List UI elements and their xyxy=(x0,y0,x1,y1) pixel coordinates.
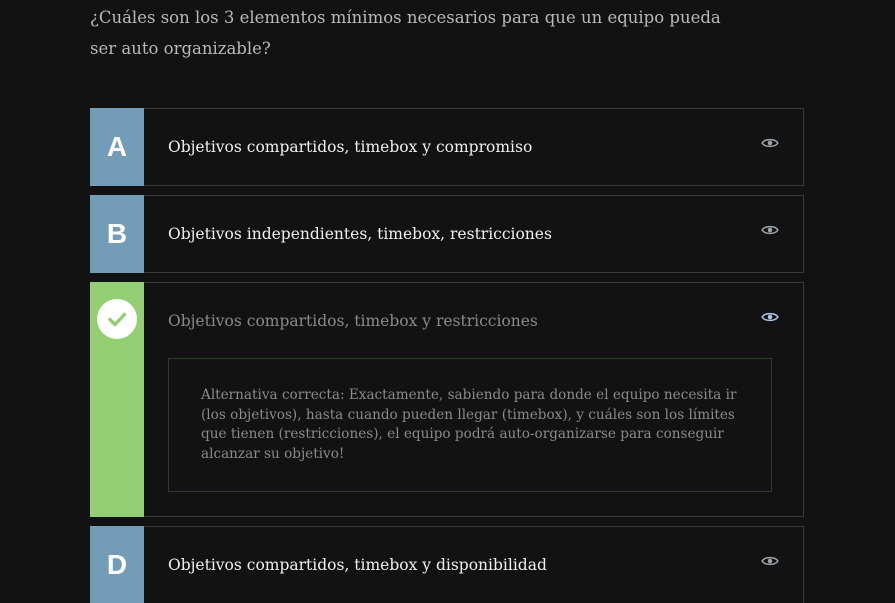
eye-icon[interactable] xyxy=(761,555,779,567)
option-d[interactable]: D Objetivos compartidos, timebox y dispo… xyxy=(90,526,804,603)
option-b-text: Objetivos independientes, timebox, restr… xyxy=(168,225,552,243)
option-letter-a: A xyxy=(90,108,144,186)
eye-icon[interactable] xyxy=(761,137,779,149)
eye-icon[interactable] xyxy=(761,224,779,236)
option-b[interactable]: B Objetivos independientes, timebox, res… xyxy=(90,195,804,273)
option-a[interactable]: A Objetivos compartidos, timebox y compr… xyxy=(90,108,804,186)
question-text: ¿Cuáles son los 3 elementos mínimos nece… xyxy=(90,8,721,58)
option-letter-d: D xyxy=(90,526,144,603)
option-d-text: Objetivos compartidos, timebox y disponi… xyxy=(168,556,547,574)
answer-explanation: Alternativa correcta: Exactamente, sabie… xyxy=(168,358,772,492)
option-letter-b: B xyxy=(90,195,144,273)
option-c-text: Objetivos compartidos, timebox y restric… xyxy=(168,312,538,330)
option-correct-marker xyxy=(90,282,144,517)
option-a-text: Objetivos compartidos, timebox y comprom… xyxy=(168,138,533,156)
checkmark-icon xyxy=(97,299,137,339)
option-c-correct[interactable]: Objetivos compartidos, timebox y restric… xyxy=(90,282,804,517)
eye-icon[interactable] xyxy=(761,311,779,323)
